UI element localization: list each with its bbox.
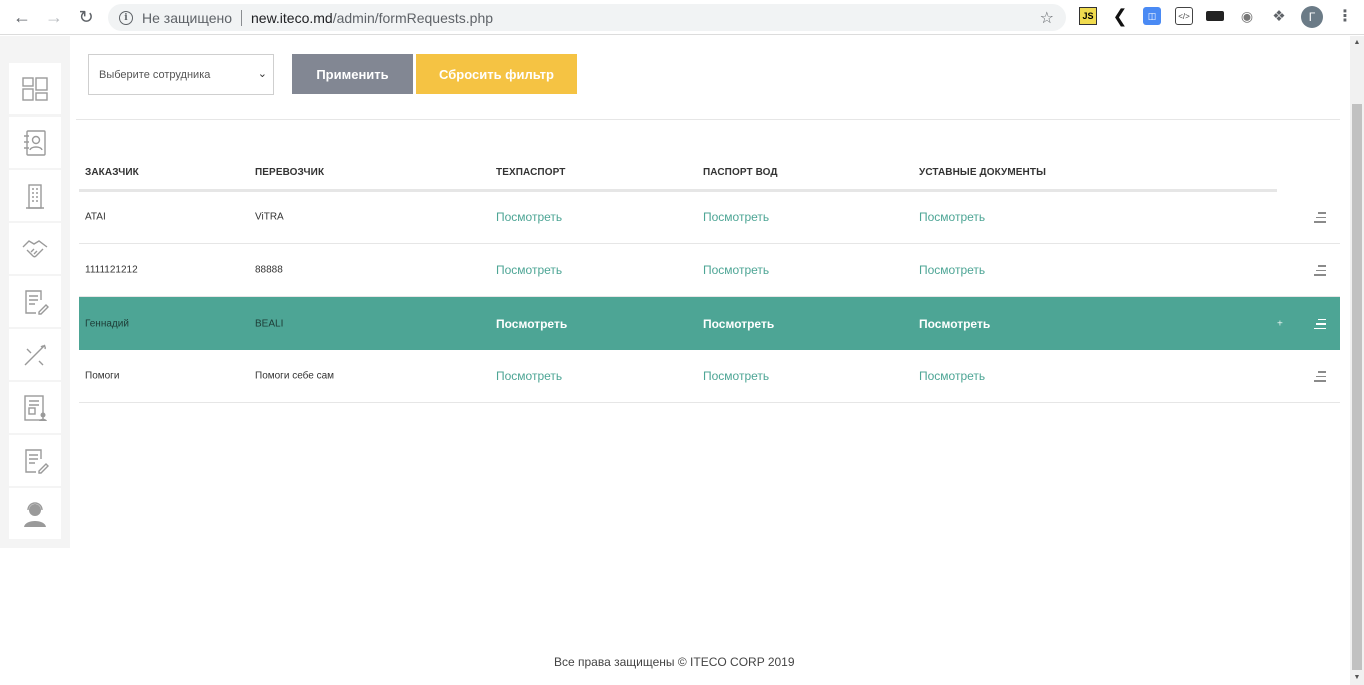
report-user-icon [24,394,47,421]
extensions-puzzle-icon[interactable]: ❖ [1270,7,1288,25]
table-row[interactable]: 1111121212 88888 Посмотреть Посмотреть П… [79,244,1340,297]
url-text[interactable]: new.iteco.md/admin/formRequests.php [251,10,493,26]
row-menu-icon[interactable] [1314,212,1326,223]
camera-extension-icon[interactable]: ◉ [1238,7,1256,25]
row-menu-icon[interactable] [1314,371,1326,382]
apply-button[interactable]: Применить [292,54,413,94]
statutory-docs-view-link[interactable]: Посмотреть [919,263,985,277]
url-path: /admin/formRequests.php [332,9,494,26]
browser-menu-icon[interactable]: ⋮ [1337,6,1353,26]
js-extension-icon[interactable]: JS [1079,7,1097,25]
customer-cell: ATAI [85,211,106,223]
tools-icon [24,344,46,365]
driver-passport-view-link[interactable]: Посмотреть [703,317,774,331]
note-edit-icon [25,448,49,474]
column-header-statutory-docs[interactable]: УСТАВНЫЕ ДОКУМЕНТЫ [919,167,1046,178]
sidebar-item-deals[interactable] [9,223,61,274]
sidebar-item-reports[interactable] [9,382,61,433]
tech-passport-view-link[interactable]: Посмотреть [496,263,562,277]
sidebar [0,36,70,548]
forward-arrow-icon[interactable]: → [43,6,65,28]
carrier-cell: Помоги себе сам [255,370,335,382]
address-bar[interactable]: i Не защищено new.iteco.md/admin/formReq… [108,4,1066,31]
contacts-book-icon [24,129,46,156]
url-host: new.iteco.md [251,9,333,26]
statutory-docs-view-link[interactable]: Посмотреть [919,210,985,224]
column-header-tech-passport[interactable]: ТЕХПАСПОРТ [496,167,565,178]
driver-passport-view-link[interactable]: Посмотреть [703,210,769,224]
sidebar-item-tools[interactable] [9,329,61,380]
statutory-docs-view-link[interactable]: Посмотреть [919,317,990,331]
blue-extension-icon[interactable]: ◫ [1143,7,1161,25]
expand-plus-icon[interactable]: + [1277,318,1283,329]
profile-avatar[interactable]: Г [1301,6,1323,28]
tech-passport-view-link[interactable]: Посмотреть [496,317,567,331]
sidebar-item-dashboard[interactable] [9,63,61,114]
sidebar-item-contacts[interactable] [9,117,61,168]
carrier-cell: 88888 [255,264,283,276]
browser-toolbar: ← → ↻ i Не защищено new.iteco.md/admin/f… [0,0,1364,35]
info-icon[interactable]: i [119,10,133,25]
support-agent-icon [24,501,46,527]
column-header-driver-passport[interactable]: ПАСПОРТ ВОД [703,167,778,178]
row-menu-icon[interactable] [1314,265,1326,276]
not-secure-label: Не защищено [142,9,232,26]
carrier-cell: ViTRA [255,211,284,223]
chevron-down-icon: ⌄ [257,68,267,80]
driver-passport-view-link[interactable]: Посмотреть [703,263,769,277]
handshake-icon [22,239,48,257]
table-row[interactable]: Помоги Помоги себе сам Посмотреть Посмот… [79,350,1340,403]
employee-select-placeholder: Выберите сотрудника [99,68,211,81]
tech-passport-view-link[interactable]: Посмотреть [496,369,562,383]
scroll-up-arrow-icon[interactable]: ▲ [1350,36,1364,50]
building-icon [26,183,44,209]
sidebar-item-companies[interactable] [9,170,61,221]
customer-cell: Помоги [85,370,120,382]
sidebar-item-support[interactable] [9,488,61,539]
sidebar-item-notes[interactable] [9,435,61,486]
statutory-docs-view-link[interactable]: Посмотреть [919,369,985,383]
scroll-thumb[interactable] [1352,104,1362,670]
page-scrollbar[interactable]: ▲ ▼ [1350,36,1364,685]
bookmark-star-icon[interactable]: ☆ [1040,8,1054,28]
filter-divider [76,119,1340,120]
column-header-customer[interactable]: ЗАКАЗЧИК [85,167,139,178]
document-edit-icon [25,289,49,315]
code-extension-icon[interactable]: </> [1175,7,1193,25]
sidebar-item-requests[interactable] [9,276,61,327]
column-header-carrier[interactable]: ПЕРЕВОЗЧИК [255,167,324,178]
dashboard-icon [22,76,48,101]
reset-filter-button[interactable]: Сбросить фильтр [416,54,577,94]
tech-passport-view-link[interactable]: Посмотреть [496,210,562,224]
scroll-down-arrow-icon[interactable]: ▼ [1350,671,1364,685]
driver-passport-view-link[interactable]: Посмотреть [703,369,769,383]
customer-cell: Геннадий [85,318,129,329]
keyboard-extension-icon[interactable] [1206,11,1224,21]
table-row-selected[interactable]: Геннадий BEALI Посмотреть Посмотреть Пос… [79,297,1340,350]
reload-icon[interactable]: ↻ [75,6,97,28]
row-menu-icon[interactable] [1314,318,1326,329]
omnibox-separator [241,9,242,26]
employee-select[interactable]: Выберите сотрудника ⌄ [88,54,274,95]
carrier-cell: BEALI [255,318,284,329]
back-chevron-extension-icon[interactable]: ❮ [1111,6,1129,26]
back-arrow-icon[interactable]: ← [11,6,33,28]
customer-cell: 1111121212 [85,264,138,276]
table-row[interactable]: ATAI ViTRA Посмотреть Посмотреть Посмотр… [79,191,1340,244]
footer-copyright: Все права защищены © ITECO CORP 2019 [554,655,795,669]
